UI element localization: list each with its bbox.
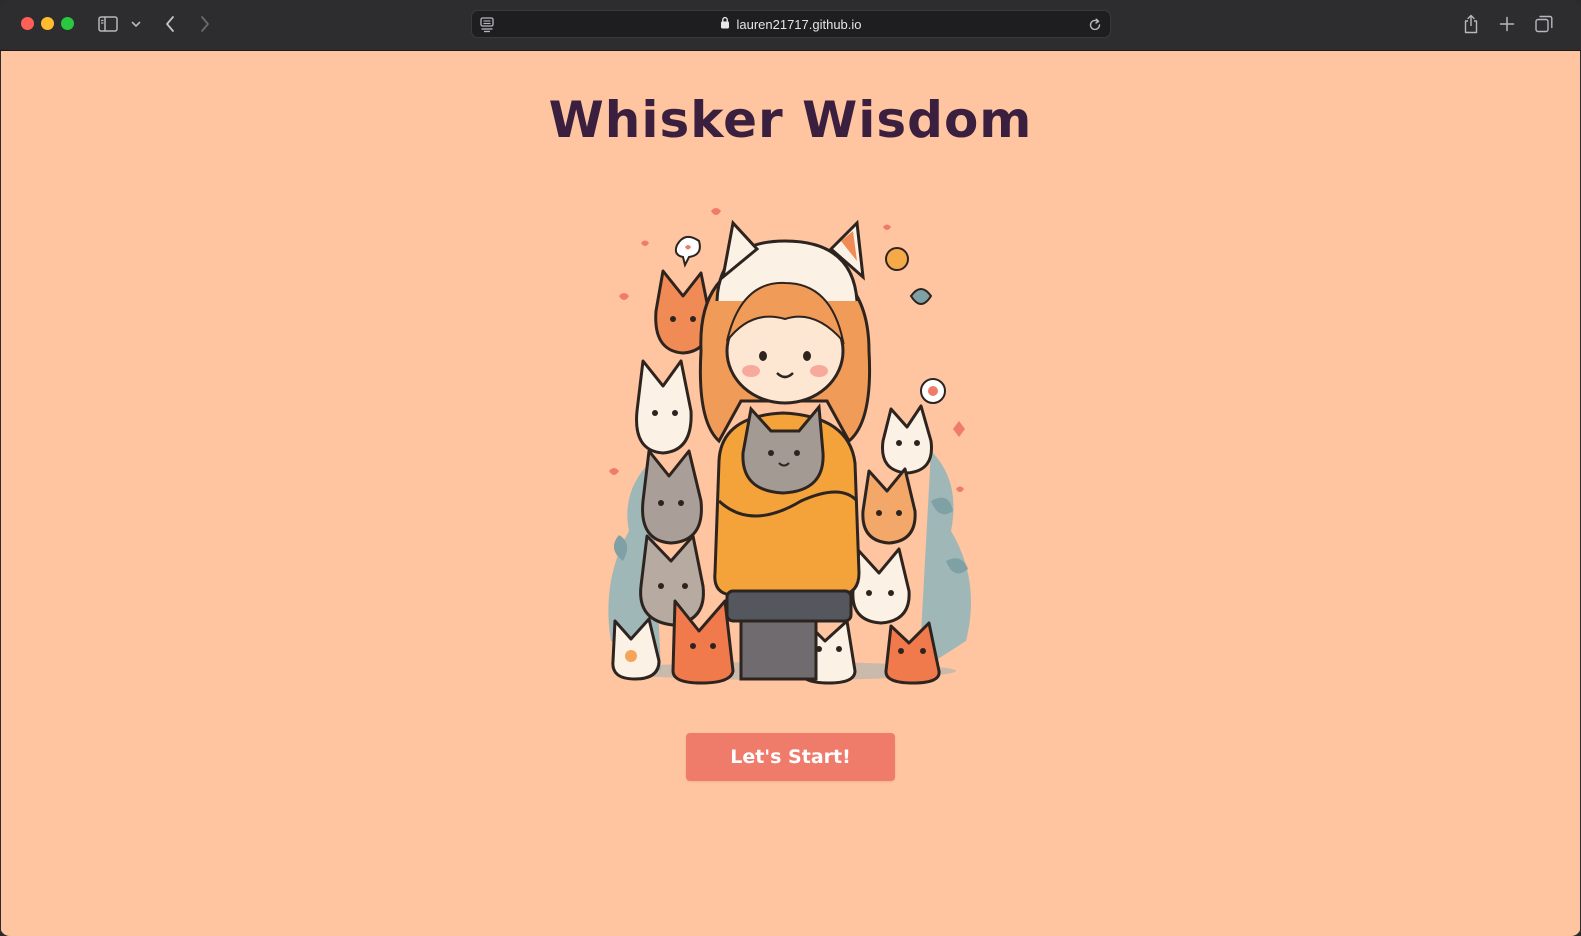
lock-icon — [720, 16, 730, 32]
url-text: lauren21717.github.io — [736, 16, 862, 32]
sidebar-icon[interactable] — [97, 12, 119, 36]
minimize-window-button[interactable] — [41, 17, 54, 30]
chevron-left-icon[interactable] — [162, 12, 178, 36]
plus-icon[interactable] — [1498, 12, 1516, 36]
page-title: Whisker Wisdom — [548, 91, 1033, 149]
maximize-window-button[interactable] — [61, 17, 74, 30]
close-window-button[interactable] — [21, 17, 34, 30]
girl-with-cats-illustration — [608, 208, 971, 685]
share-icon[interactable] — [1462, 12, 1480, 36]
tabs-overview-icon[interactable] — [1534, 12, 1554, 36]
chevron-right-icon[interactable] — [197, 12, 213, 36]
web-page: Whisker Wisdom Let's Start! — [1, 51, 1580, 936]
address-display[interactable]: lauren21717.github.io — [472, 11, 1110, 37]
browser-toolbar: lauren21717.github.io — [0, 0, 1581, 51]
start-button[interactable]: Let's Start! — [686, 733, 895, 781]
hero-illustration — [601, 201, 981, 691]
reload-icon[interactable] — [1088, 17, 1102, 36]
address-bar[interactable]: lauren21717.github.io — [471, 10, 1111, 38]
browser-window: lauren21717.github.io Whisker Wisdom Let… — [0, 0, 1581, 936]
chevron-down-icon[interactable] — [130, 12, 142, 36]
